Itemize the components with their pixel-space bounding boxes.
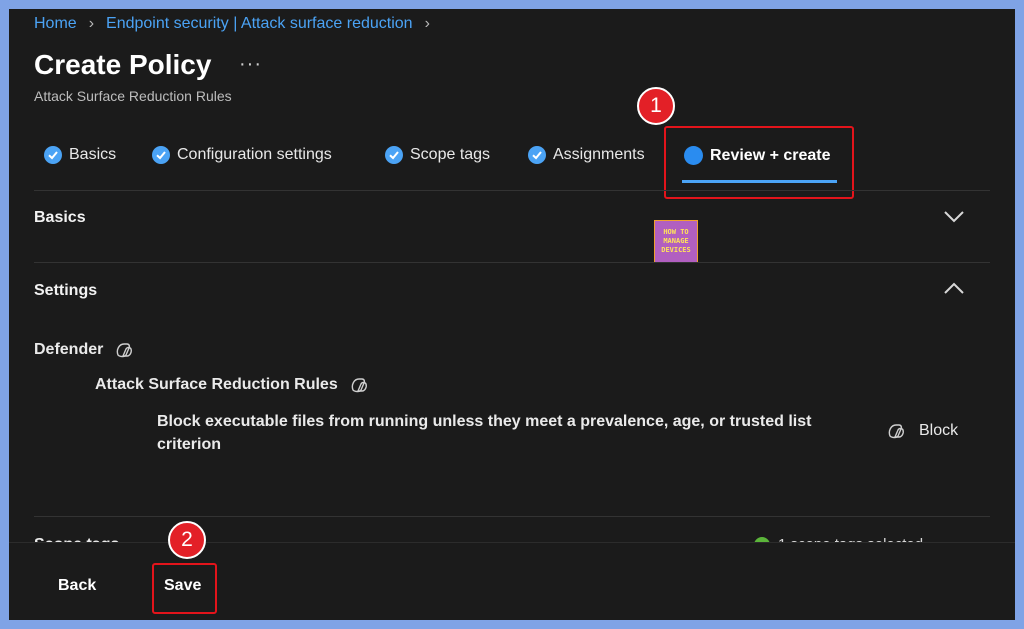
logo-line-1: HOW TO (663, 228, 689, 236)
logo-line-3: DEVICES (661, 246, 691, 254)
main-panel: Home › Endpoint security | Attack surfac… (9, 9, 1015, 620)
copilot-icon[interactable] (350, 376, 368, 394)
chevron-right-icon: › (424, 15, 430, 32)
tab-label: Basics (69, 146, 117, 163)
rule-value-label: Block (919, 422, 959, 439)
tab-label: Assignments (553, 146, 645, 163)
chevron-down-icon[interactable] (943, 210, 965, 224)
copilot-icon[interactable] (887, 422, 905, 440)
tab-basics[interactable]: Basics (44, 146, 116, 164)
annotation-badge-2: 2 (168, 521, 206, 559)
annotation-badge-1: 1 (637, 87, 675, 125)
page-subtitle: Attack Surface Reduction Rules (34, 88, 232, 104)
settings-category-defender: Defender (34, 341, 133, 359)
settings-group-asr-rules: Attack Surface Reduction Rules (95, 376, 368, 394)
checkmark-circle-icon (528, 146, 546, 164)
divider (34, 262, 990, 263)
logo-line-2: MANAGE (663, 237, 689, 245)
rule-name: Block executable files from running unle… (157, 413, 812, 453)
tab-label: Configuration settings (177, 146, 332, 163)
group-label: Attack Surface Reduction Rules (95, 376, 338, 393)
checkmark-circle-icon (385, 146, 403, 164)
chevron-right-icon: › (88, 15, 95, 32)
back-button[interactable]: Back (58, 577, 96, 595)
checkmark-circle-icon (44, 146, 62, 164)
page-title: Create Policy (34, 49, 212, 80)
tab-assignments[interactable]: Assignments (528, 146, 645, 164)
tab-configuration-settings[interactable]: Configuration settings (152, 146, 332, 164)
footer-action-bar: Back Save (9, 542, 1015, 620)
chevron-up-icon[interactable] (943, 281, 965, 295)
tab-label: Scope tags (410, 146, 491, 163)
breadcrumb-endpoint-security[interactable]: Endpoint security | Attack surface reduc… (106, 15, 413, 33)
copilot-icon[interactable] (115, 341, 133, 359)
how-to-manage-devices-logo: HOW TO MANAGE DEVICES (654, 220, 698, 263)
annotation-highlight-review-tab (664, 126, 854, 199)
breadcrumb-home[interactable]: Home (34, 15, 77, 33)
more-options-icon[interactable]: ··· (239, 53, 262, 76)
annotation-highlight-save (152, 563, 217, 614)
tab-scope-tags[interactable]: Scope tags (385, 146, 490, 164)
rule-value: Block (887, 422, 958, 440)
divider (34, 516, 990, 517)
section-header-basics[interactable]: Basics (34, 209, 86, 227)
checkmark-circle-icon (152, 146, 170, 164)
section-header-settings[interactable]: Settings (34, 282, 97, 300)
divider (34, 190, 990, 191)
breadcrumb: Home › Endpoint security | Attack surfac… (34, 15, 442, 33)
category-label: Defender (34, 341, 104, 358)
